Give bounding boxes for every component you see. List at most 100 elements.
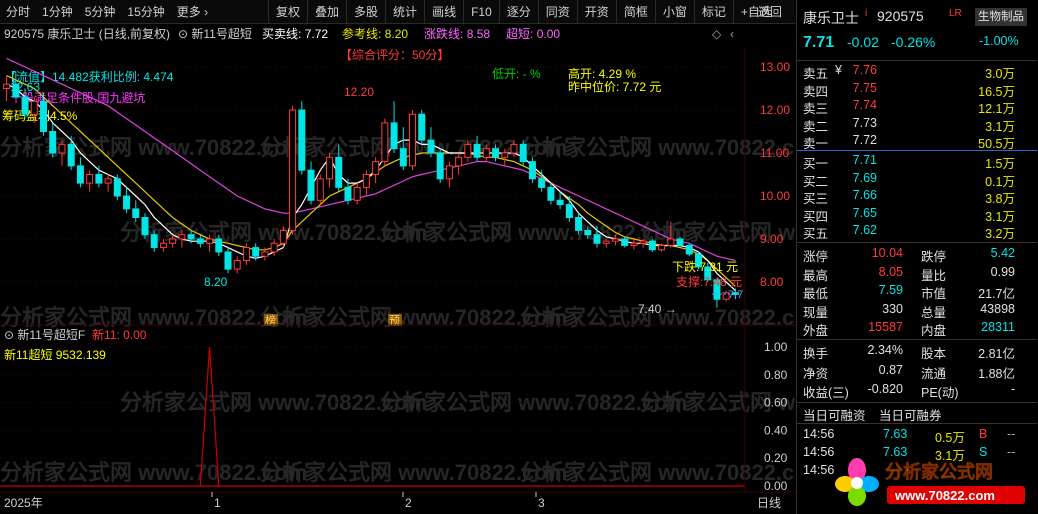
- f10-button[interactable]: F10: [463, 0, 499, 24]
- lower-pane-title[interactable]: ⊙ 新11号超短F: [4, 327, 85, 342]
- candle-body[interactable]: [95, 174, 103, 184]
- candle-body[interactable]: [67, 143, 75, 167]
- candle-body[interactable]: [298, 109, 306, 171]
- return-button[interactable]: 返回: [752, 0, 788, 24]
- candle-body[interactable]: [381, 122, 389, 163]
- candle-body[interactable]: [196, 238, 204, 244]
- candle-body[interactable]: [390, 122, 398, 150]
- candle-body[interactable]: [593, 234, 601, 244]
- candle-body[interactable]: [335, 156, 343, 188]
- candle-body[interactable]: [639, 240, 647, 244]
- candle-body[interactable]: [519, 143, 527, 163]
- tab-margin-sell[interactable]: 当日可融券: [879, 405, 942, 424]
- candle-body[interactable]: [261, 251, 269, 257]
- candle-body[interactable]: [224, 251, 232, 270]
- candle-body[interactable]: [584, 229, 592, 236]
- candle-body[interactable]: [528, 161, 536, 180]
- tab-more[interactable]: 更多 ›: [171, 0, 214, 24]
- duogu-button[interactable]: 多股: [346, 0, 385, 24]
- candle-body[interactable]: [159, 242, 167, 249]
- collapse-icon[interactable]: ‹: [730, 27, 734, 41]
- candle-body[interactable]: [556, 199, 564, 206]
- jiankuang-button[interactable]: 简框: [615, 0, 655, 24]
- candle-body[interactable]: [565, 204, 573, 219]
- candle-body[interactable]: [215, 238, 223, 253]
- candle-body[interactable]: [178, 234, 186, 240]
- tongji-button[interactable]: 统计: [385, 0, 424, 24]
- candle-body[interactable]: [372, 161, 380, 176]
- candle-body[interactable]: [464, 143, 472, 158]
- candle-body[interactable]: [3, 83, 11, 90]
- candle-body[interactable]: [86, 174, 94, 184]
- tab-margin-buy[interactable]: 当日可融资: [803, 405, 866, 424]
- candle-body[interactable]: [169, 238, 177, 244]
- candle-body[interactable]: [648, 240, 656, 251]
- candle-body[interactable]: [289, 109, 297, 231]
- huaxian-button[interactable]: 画线: [424, 0, 463, 24]
- candle-body[interactable]: [40, 100, 48, 133]
- candle-body[interactable]: [427, 139, 435, 154]
- candle-body[interactable]: [685, 244, 693, 255]
- candle-body[interactable]: [187, 234, 195, 240]
- candle-body[interactable]: [492, 148, 500, 158]
- candle-body[interactable]: [658, 244, 666, 251]
- candle-body[interactable]: [621, 238, 629, 246]
- candle-body[interactable]: [123, 195, 131, 210]
- candle-body[interactable]: [316, 178, 324, 201]
- chart-area[interactable]: 分析家公式网 www.70822.com 分析家公式网 www.70822.com…: [0, 25, 795, 514]
- candle-body[interactable]: [132, 208, 140, 218]
- candle-body[interactable]: [399, 148, 407, 167]
- settings-diamond-icon[interactable]: ◇: [712, 27, 722, 41]
- tab-fenshi[interactable]: 分时: [0, 0, 36, 24]
- candle-body[interactable]: [501, 152, 509, 158]
- candle-body[interactable]: [455, 156, 463, 167]
- candle-body[interactable]: [270, 242, 278, 253]
- candle-body[interactable]: [418, 113, 426, 141]
- candle-body[interactable]: [611, 238, 619, 242]
- candle-body[interactable]: [353, 186, 361, 201]
- candle-body[interactable]: [242, 247, 250, 262]
- candle-body[interactable]: [233, 260, 241, 270]
- info-icon[interactable]: i: [865, 8, 867, 19]
- candle-body[interactable]: [150, 234, 158, 249]
- candle-body[interactable]: [510, 143, 518, 154]
- candle-body[interactable]: [252, 247, 260, 257]
- xiaochuang-button[interactable]: 小窗: [654, 0, 694, 24]
- candle-body[interactable]: [344, 186, 352, 201]
- candle-body[interactable]: [141, 217, 149, 236]
- candle-body[interactable]: [482, 148, 490, 158]
- candle-body[interactable]: [575, 217, 583, 231]
- indicator-name[interactable]: ⊙ 新11号超短: [178, 26, 252, 41]
- candle-body[interactable]: [538, 178, 546, 188]
- tab-1min[interactable]: 1分钟: [36, 0, 79, 24]
- candle-body[interactable]: [76, 165, 84, 184]
- period-label[interactable]: 日线: [757, 496, 781, 510]
- candle-body[interactable]: [113, 178, 121, 197]
- candle-body[interactable]: [473, 143, 481, 158]
- fuquan-button[interactable]: 复权: [268, 0, 307, 24]
- tongzi-button[interactable]: 同资: [537, 0, 577, 24]
- candle-body[interactable]: [279, 229, 287, 244]
- candle-body[interactable]: [325, 156, 333, 180]
- candle-body[interactable]: [104, 178, 112, 184]
- candle-body[interactable]: [436, 152, 444, 180]
- zhufen-button[interactable]: 逐分: [498, 0, 538, 24]
- candle-body[interactable]: [602, 240, 610, 244]
- candle-body[interactable]: [409, 113, 417, 167]
- candle-body[interactable]: [362, 174, 370, 188]
- diejia-button[interactable]: 叠加: [307, 0, 346, 24]
- biaoji-button[interactable]: 标记: [693, 0, 733, 24]
- kaizi-button[interactable]: 开资: [576, 0, 616, 24]
- candle-body[interactable]: [547, 186, 555, 201]
- candle-body[interactable]: [58, 143, 66, 154]
- candle-body[interactable]: [307, 169, 315, 201]
- candle-body[interactable]: [21, 96, 29, 115]
- tab-15min[interactable]: 15分钟: [121, 0, 170, 24]
- candle-body[interactable]: [445, 165, 453, 180]
- candle-body[interactable]: [49, 131, 57, 154]
- candle-body[interactable]: [667, 238, 675, 246]
- tab-5min[interactable]: 5分钟: [79, 0, 122, 24]
- candle-body[interactable]: [676, 238, 684, 246]
- candle-body[interactable]: [630, 242, 638, 246]
- industry-badge[interactable]: 生物制品: [975, 8, 1027, 26]
